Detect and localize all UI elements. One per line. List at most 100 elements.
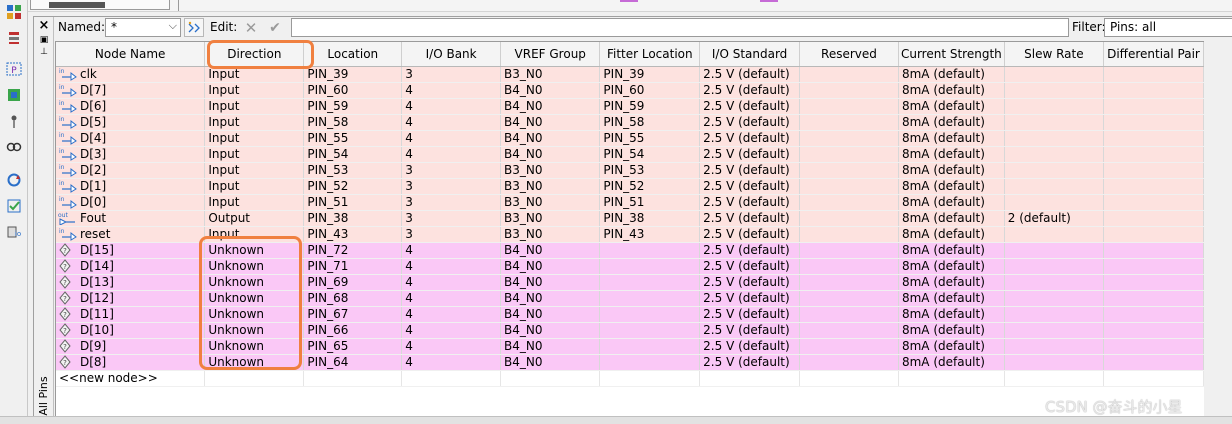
fitter-location-cell[interactable] bbox=[599, 338, 701, 355]
reserved-cell[interactable] bbox=[799, 258, 899, 275]
edit-input[interactable] bbox=[291, 18, 1069, 37]
slew-rate-cell[interactable] bbox=[1004, 130, 1104, 147]
vref-group-cell[interactable]: B4_N0 bbox=[500, 258, 601, 275]
differential-pair-cell[interactable] bbox=[1103, 98, 1204, 115]
reserved-cell[interactable] bbox=[799, 290, 899, 307]
reserved-cell[interactable] bbox=[799, 66, 899, 83]
location-cell[interactable]: PIN_52 bbox=[303, 178, 403, 195]
direction-cell[interactable]: Input bbox=[204, 146, 305, 163]
io-bank-cell[interactable]: 4 bbox=[401, 146, 502, 163]
fitter-location-cell[interactable] bbox=[599, 322, 701, 339]
reserved-cell[interactable] bbox=[799, 114, 899, 131]
slew-rate-cell[interactable] bbox=[1004, 82, 1104, 99]
node-name-cell[interactable]: in D[2] bbox=[56, 162, 206, 179]
column-header[interactable]: Fitter Location bbox=[599, 42, 701, 67]
direction-cell[interactable]: Input bbox=[204, 82, 305, 99]
cancel-edit-button[interactable]: ✕ bbox=[241, 18, 261, 37]
slew-rate-cell[interactable] bbox=[1004, 242, 1104, 259]
reserved-cell[interactable] bbox=[799, 274, 899, 291]
vref-group-cell[interactable]: B4_N0 bbox=[500, 290, 601, 307]
node-name-cell[interactable]: in D[1] bbox=[56, 178, 206, 195]
filter-combobox[interactable]: Pins: all bbox=[1104, 18, 1232, 37]
reserved-cell[interactable] bbox=[799, 146, 899, 163]
new-node-cell[interactable]: <<new node>> bbox=[56, 370, 206, 387]
current-strength-cell[interactable]: 8mA (default) bbox=[898, 82, 1005, 99]
vref-group-cell[interactable]: B4_N0 bbox=[500, 146, 601, 163]
location-cell[interactable]: PIN_38 bbox=[303, 210, 403, 227]
node-name-cell[interactable]: ? D[12] bbox=[56, 290, 206, 307]
differential-pair-cell[interactable] bbox=[1103, 306, 1204, 323]
empty-cell[interactable] bbox=[799, 370, 899, 387]
io-bank-cell[interactable]: 4 bbox=[401, 338, 502, 355]
fitter-location-cell[interactable] bbox=[599, 354, 701, 371]
current-strength-cell[interactable]: 8mA (default) bbox=[898, 322, 1005, 339]
io-bank-cell[interactable]: 3 bbox=[401, 162, 502, 179]
find-icon[interactable] bbox=[5, 139, 22, 156]
differential-pair-cell[interactable] bbox=[1103, 290, 1204, 307]
reserved-cell[interactable] bbox=[799, 130, 899, 147]
current-strength-cell[interactable]: 8mA (default) bbox=[898, 146, 1005, 163]
current-strength-cell[interactable]: 8mA (default) bbox=[898, 306, 1005, 323]
differential-pair-cell[interactable] bbox=[1103, 322, 1204, 339]
slew-rate-cell[interactable] bbox=[1004, 194, 1104, 211]
node-name-cell[interactable]: ? D[14] bbox=[56, 258, 206, 275]
slew-rate-cell[interactable] bbox=[1004, 98, 1104, 115]
location-cell[interactable]: PIN_60 bbox=[303, 82, 403, 99]
io-standard-cell[interactable]: 2.5 V (default) bbox=[699, 98, 800, 115]
slew-rate-cell[interactable] bbox=[1004, 114, 1104, 131]
reserved-cell[interactable] bbox=[799, 306, 899, 323]
column-header[interactable]: Differential Pair bbox=[1103, 42, 1204, 67]
table-row[interactable]: in D[4] Input PIN_55 4 B4_N0 PIN_55 2.5 V (defa… bbox=[56, 130, 1204, 147]
column-header[interactable]: Node Name bbox=[56, 42, 206, 67]
location-cell[interactable]: PIN_72 bbox=[303, 242, 403, 259]
vref-group-cell[interactable]: B4_N0 bbox=[500, 98, 601, 115]
reserved-cell[interactable] bbox=[799, 162, 899, 179]
io-bank-cell[interactable]: 4 bbox=[401, 274, 502, 291]
differential-pair-cell[interactable] bbox=[1103, 274, 1204, 291]
node-name-cell[interactable]: ? D[15] bbox=[56, 242, 206, 259]
slew-rate-cell[interactable] bbox=[1004, 274, 1104, 291]
vref-group-cell[interactable]: B3_N0 bbox=[500, 210, 601, 227]
vref-group-cell[interactable]: B3_N0 bbox=[500, 226, 601, 243]
node-name-cell[interactable]: ? D[11] bbox=[56, 306, 206, 323]
differential-pair-cell[interactable] bbox=[1103, 226, 1204, 243]
column-header[interactable]: Current Strength bbox=[898, 42, 1005, 67]
vref-group-cell[interactable]: B4_N0 bbox=[500, 338, 601, 355]
differential-pair-cell[interactable] bbox=[1103, 146, 1204, 163]
location-cell[interactable]: PIN_65 bbox=[303, 338, 403, 355]
io-standard-cell[interactable]: 2.5 V (default) bbox=[699, 338, 800, 355]
io-standard-cell[interactable]: 2.5 V (default) bbox=[699, 82, 800, 99]
location-cell[interactable]: PIN_71 bbox=[303, 258, 403, 275]
differential-pair-cell[interactable] bbox=[1103, 162, 1204, 179]
current-strength-cell[interactable]: 8mA (default) bbox=[898, 354, 1005, 371]
location-cell[interactable]: PIN_64 bbox=[303, 354, 403, 371]
current-strength-cell[interactable]: 8mA (default) bbox=[898, 338, 1005, 355]
column-header[interactable]: Reserved bbox=[799, 42, 899, 67]
empty-cell[interactable] bbox=[898, 370, 1005, 387]
empty-cell[interactable] bbox=[1103, 370, 1204, 387]
pin-icon[interactable]: ⊥ bbox=[38, 47, 50, 57]
location-cell[interactable]: PIN_59 bbox=[303, 98, 403, 115]
column-header[interactable]: Location bbox=[303, 42, 403, 67]
fitter-location-cell[interactable]: PIN_53 bbox=[599, 162, 701, 179]
current-strength-cell[interactable]: 8mA (default) bbox=[898, 194, 1005, 211]
io-standard-cell[interactable]: 2.5 V (default) bbox=[699, 226, 800, 243]
node-finder-button[interactable] bbox=[184, 18, 204, 37]
node-name-cell[interactable]: in D[6] bbox=[56, 98, 206, 115]
differential-pair-cell[interactable] bbox=[1103, 338, 1204, 355]
node-name-cell[interactable]: ? D[8] bbox=[56, 354, 206, 371]
differential-pair-cell[interactable] bbox=[1103, 82, 1204, 99]
slew-rate-cell[interactable] bbox=[1004, 322, 1104, 339]
vref-group-cell[interactable]: B4_N0 bbox=[500, 114, 601, 131]
reserved-cell[interactable] bbox=[799, 322, 899, 339]
table-row[interactable]: in D[2] Input PIN_53 3 B3_N0 PIN_53 2.5 V (defa… bbox=[56, 162, 1204, 179]
node-name-cell[interactable]: ? D[13] bbox=[56, 274, 206, 291]
io-bank-cell[interactable]: 3 bbox=[401, 194, 502, 211]
vref-group-cell[interactable]: B4_N0 bbox=[500, 82, 601, 99]
io-bank-cell[interactable]: 4 bbox=[401, 98, 502, 115]
reserved-cell[interactable] bbox=[799, 98, 899, 115]
chip-view-icon[interactable] bbox=[5, 86, 22, 103]
io-bank-cell[interactable]: 4 bbox=[401, 82, 502, 99]
fitter-location-cell[interactable]: PIN_58 bbox=[599, 114, 701, 131]
differential-pair-cell[interactable] bbox=[1103, 66, 1204, 83]
